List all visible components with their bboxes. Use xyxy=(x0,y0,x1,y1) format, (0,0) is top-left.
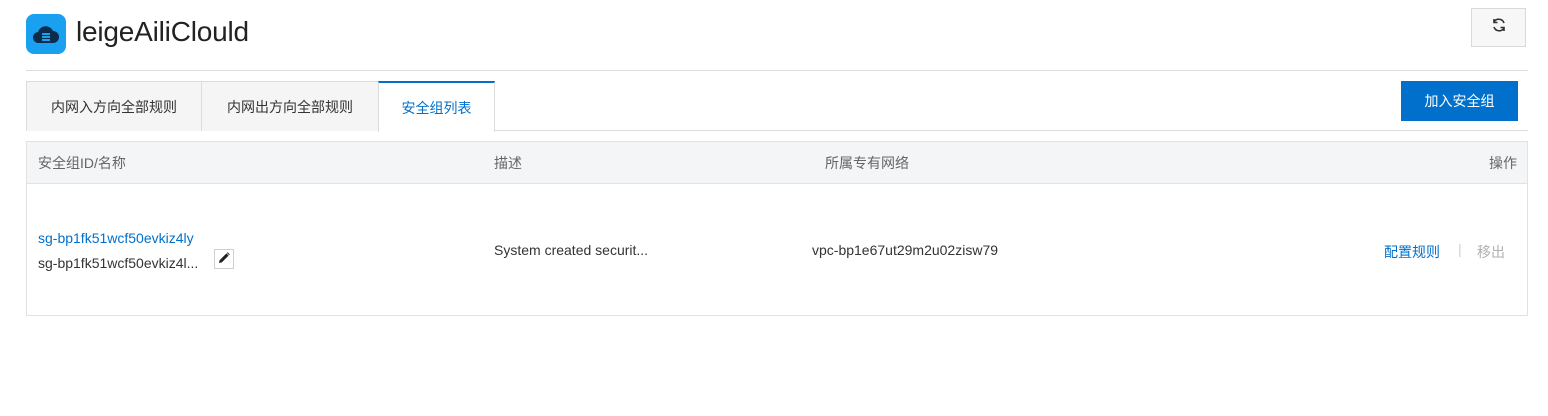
tab-security-group-list[interactable]: 安全组列表 xyxy=(378,81,495,132)
tab-bar: 内网入方向全部规则 内网出方向全部规则 安全组列表 xyxy=(26,81,1528,132)
column-header-actions: 操作 xyxy=(1489,155,1517,171)
table-row: sg-bp1fk51wcf50evkiz4ly sg-bp1fk51wcf50e… xyxy=(27,184,1527,315)
security-group-table: 安全组ID/名称 描述 所属专有网络 操作 sg-bp1fk51wcf50evk… xyxy=(26,141,1528,316)
vpc-cell: vpc-bp1e67ut29m2u02zisw79 xyxy=(812,242,999,258)
add-security-group-button[interactable]: 加入安全组 xyxy=(1401,81,1518,121)
column-header-description: 描述 xyxy=(494,155,522,171)
header-divider xyxy=(26,70,1528,71)
column-header-id-name: 安全组ID/名称 xyxy=(38,155,126,171)
tab-label: 内网出方向全部规则 xyxy=(227,98,353,115)
security-group-id-link[interactable]: sg-bp1fk51wcf50evkiz4ly xyxy=(38,230,194,246)
tab-inbound-rules[interactable]: 内网入方向全部规则 xyxy=(26,81,202,131)
page-header: leigeAiliClould xyxy=(26,8,1528,54)
app-title: leigeAiliClould xyxy=(76,16,249,47)
pencil-icon xyxy=(218,251,230,267)
edit-name-button[interactable] xyxy=(214,249,234,269)
description-cell: System created securit... xyxy=(494,242,649,258)
refresh-icon xyxy=(1491,17,1507,38)
cloud-server-icon xyxy=(26,14,66,54)
remove-link[interactable]: 移出 xyxy=(1477,242,1505,262)
tab-label: 内网入方向全部规则 xyxy=(51,98,177,115)
security-group-name: sg-bp1fk51wcf50evkiz4l... xyxy=(38,255,199,271)
table-header: 安全组ID/名称 描述 所属专有网络 操作 xyxy=(27,142,1527,184)
tab-label: 安全组列表 xyxy=(401,99,472,116)
tab-outbound-rules[interactable]: 内网出方向全部规则 xyxy=(201,81,379,131)
configure-rules-link[interactable]: 配置规则 xyxy=(1384,242,1440,262)
action-separator: | xyxy=(1458,241,1462,257)
column-header-vpc: 所属专有网络 xyxy=(825,155,909,171)
refresh-button[interactable] xyxy=(1471,8,1526,47)
